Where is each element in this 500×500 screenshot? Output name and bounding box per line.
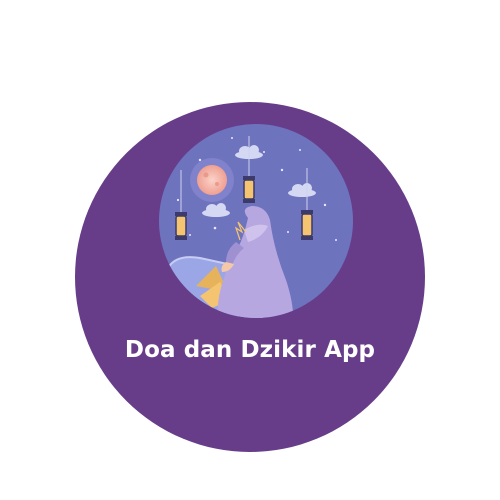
moon-icon	[190, 158, 234, 202]
app-name-label: Doa dan Dzikir App	[124, 337, 376, 363]
praying-figure-illustration	[159, 124, 353, 318]
app-logo: Doa dan Dzikir App	[0, 0, 500, 500]
